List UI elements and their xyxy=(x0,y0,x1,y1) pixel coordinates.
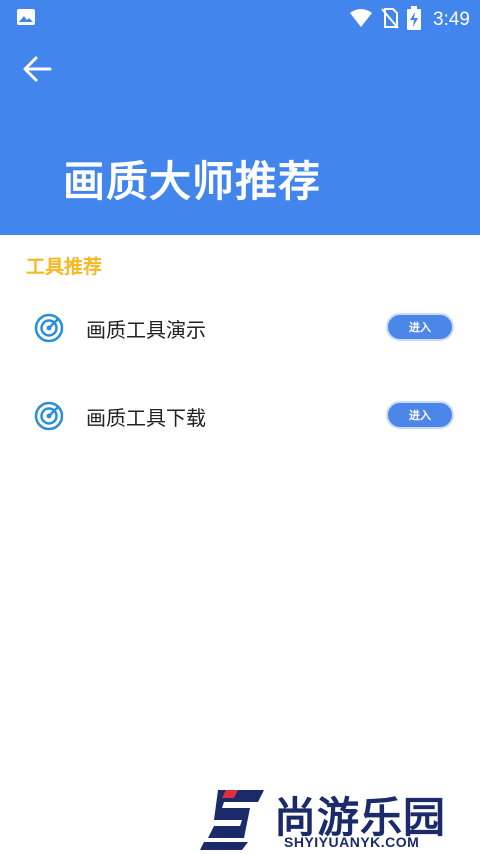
list-item-demo[interactable]: 画质工具演示 进入 xyxy=(0,298,480,358)
status-icons: 3:49 xyxy=(349,6,470,34)
no-sim-icon xyxy=(381,7,399,33)
status-bar: 3:49 xyxy=(0,0,480,34)
radar-target-icon xyxy=(33,400,65,432)
image-icon xyxy=(16,8,36,26)
list-item-download[interactable]: 画质工具下载 进入 xyxy=(0,386,480,446)
back-button[interactable] xyxy=(18,52,56,86)
section-title: 工具推荐 xyxy=(26,256,103,278)
page-title: 画质大师推荐 xyxy=(63,157,322,206)
list-item-label: 画质工具演示 xyxy=(86,318,206,342)
enter-button[interactable]: 进入 xyxy=(386,401,454,429)
list-item-label: 画质工具下载 xyxy=(86,406,206,430)
watermark-url: SHYIYUANYK.COM xyxy=(284,834,420,850)
site-watermark: 尚游乐园 SHYIYUANYK.COM xyxy=(200,784,480,853)
site-logo-icon xyxy=(200,788,266,850)
enter-button[interactable]: 进入 xyxy=(386,313,454,341)
battery-charging-icon xyxy=(407,6,422,34)
app-header: 3:49 画质大师推荐 xyxy=(0,0,480,235)
status-time: 3:49 xyxy=(433,9,470,30)
wifi-icon xyxy=(349,8,373,32)
radar-target-icon xyxy=(33,312,65,344)
arrow-left-icon xyxy=(23,56,52,82)
